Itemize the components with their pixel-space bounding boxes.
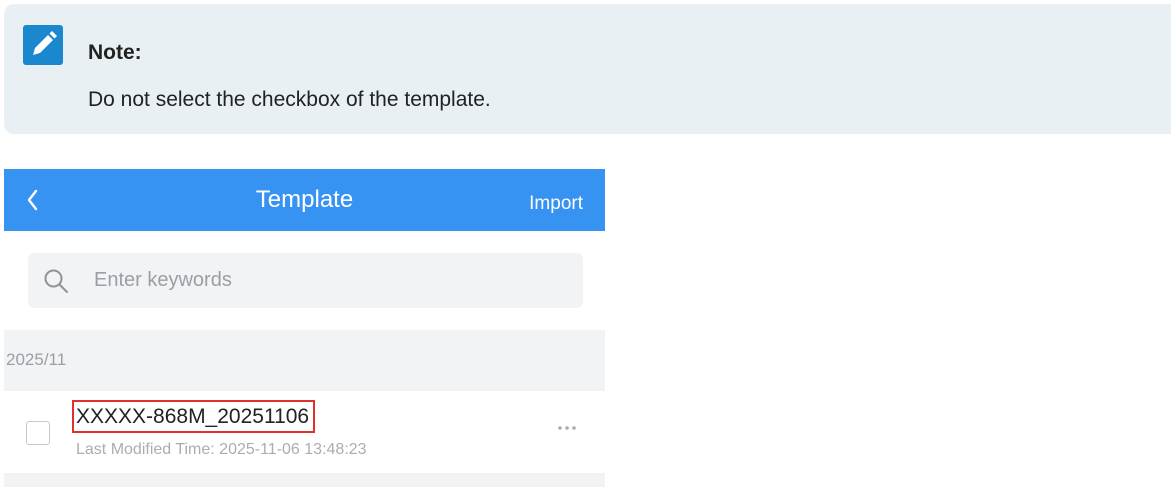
- note-text: Do not select the checkbox of the templa…: [88, 88, 491, 111]
- group-date-label: 2025/11: [6, 350, 67, 369]
- page-title: Template: [255, 186, 354, 213]
- search-input[interactable]: [94, 253, 564, 308]
- pencil-edit-icon: [23, 25, 63, 65]
- template-name: XXXXX-868M_20251106: [72, 400, 316, 433]
- group-header: 2025/11: [4, 330, 605, 391]
- template-list-item[interactable]: XXXXX-868M_20251106 Last Modified Time: …: [4, 391, 605, 473]
- search-bar[interactable]: [28, 253, 583, 308]
- more-horizontal-icon[interactable]: [555, 421, 579, 435]
- navigation-bar: Template Import: [4, 169, 605, 231]
- import-button[interactable]: Import: [529, 193, 583, 215]
- note-callout: Note: Do not select the checkbox of the …: [4, 4, 1171, 134]
- last-modified-time: Last Modified Time: 2025-11-06 13:48:23: [76, 441, 367, 458]
- search-icon: [42, 267, 70, 295]
- list-separator: [4, 473, 605, 487]
- template-screen: Template Import 2025/11 XXXXX-868M_20251…: [4, 169, 605, 487]
- template-checkbox[interactable]: [26, 421, 50, 445]
- note-title: Note:: [88, 41, 142, 64]
